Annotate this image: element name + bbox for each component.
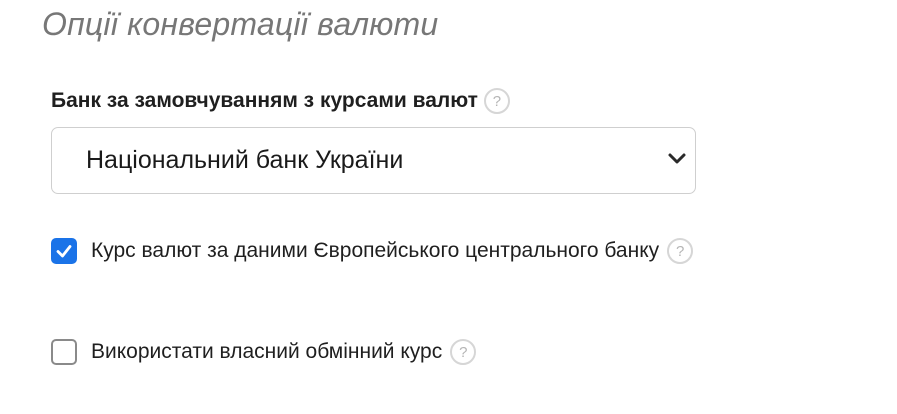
custom-rate-checkbox[interactable] [51,339,77,365]
default-bank-label-row: Банк за замовчуванням з курсами валют ? [51,86,510,116]
section-title: Опції конвертації валюти [42,6,439,42]
default-bank-label: Банк за замовчуванням з курсами валют [51,89,478,112]
default-bank-selected-value: Національний банк України [86,146,404,174]
ecb-rates-label[interactable]: Курс валют за даними Європейського центр… [91,239,659,263]
ecb-rates-checkbox[interactable] [51,238,77,264]
checkmark-icon [56,245,72,258]
custom-rate-label[interactable]: Використати власний обмінний курс [91,340,442,364]
help-glyph: ? [675,242,685,260]
chevron-down-icon [668,153,686,164]
help-glyph: ? [459,343,468,361]
default-bank-select[interactable]: Національний банк України [51,127,696,194]
help-glyph: ? [492,92,502,110]
question-mark-icon[interactable]: ? [667,238,694,264]
question-mark-icon[interactable]: ? [450,339,477,365]
ecb-rates-option: Курс валют за даними Європейського центр… [51,235,694,267]
custom-rate-option: Використати власний обмінний курс ? [51,336,477,368]
question-mark-icon[interactable]: ? [483,88,510,114]
